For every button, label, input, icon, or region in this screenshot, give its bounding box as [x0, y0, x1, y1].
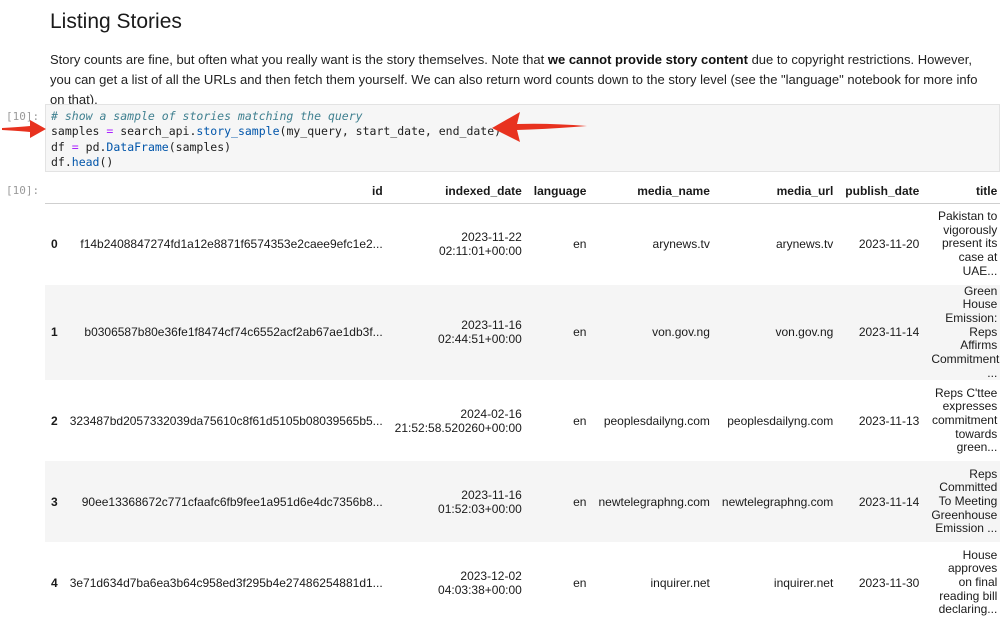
time-part: 02:11:01+00:00 [438, 244, 522, 259]
cell-indexed-date: 2023-11-22 02:11:01+00:00 [389, 204, 528, 285]
table-row: 0 f14b2408847274fd1a12e8871f6574353e2cae… [45, 204, 1000, 285]
cell-language: en [573, 413, 587, 428]
cell-language: en [573, 325, 587, 340]
date-part: 2023-11-22 [461, 230, 522, 245]
cell-language: en [573, 494, 587, 509]
cell-id: f14b2408847274fd1a12e8871f6574353e2caee9… [80, 237, 383, 252]
paragraph-bold-text: we cannot provide story content [547, 52, 748, 67]
cell-indexed-date: 2023-11-16 02:44:51+00:00 [389, 285, 528, 381]
output-prompt: [10]: [6, 184, 40, 197]
cell-title: Green House Emission: Reps Affirms Commi… [925, 283, 1000, 381]
cell-title: Pakistan to vigorously present its case … [925, 204, 1000, 285]
column-header-indexed-date: indexed_date [388, 178, 528, 204]
cell-media-url: peoplesdailyng.com [727, 413, 834, 428]
cell-media-url: von.gov.ng [775, 325, 834, 340]
time-part: 04:03:38+00:00 [438, 582, 522, 597]
row-index: 1 [51, 325, 58, 340]
code-method: head [71, 154, 100, 169]
date-part: 2024-02-16 [460, 406, 522, 421]
cell-language: en [573, 575, 587, 590]
code-method: DataFrame [106, 139, 169, 154]
row-index: 2 [51, 413, 58, 428]
column-header-language: language [527, 178, 593, 204]
cell-media-url: inquirer.net [773, 575, 834, 590]
table-row: 3 90ee13368672c771cfaafc6fb9fee1a951d6e4… [45, 461, 1000, 543]
column-header-media-name: media_name [592, 178, 716, 204]
title-text: Reps C'ttee expresses commitment towards… [931, 385, 998, 455]
column-header-title: title [925, 178, 1000, 204]
cell-indexed-date: 2024-02-16 21:52:58.520260+00:00 [389, 380, 528, 461]
section-heading: Listing Stories [50, 10, 182, 33]
red-arrow-annotation-icon [2, 120, 46, 138]
title-text: House approves on final reading bill dec… [938, 547, 998, 617]
row-index: 0 [51, 237, 58, 252]
code-comment: # show a sample of stories matching the … [51, 109, 363, 123]
cell-publish-date: 2023-11-14 [858, 325, 920, 340]
title-text: Green House Emission: Reps Affirms Commi… [931, 283, 1000, 380]
cell-indexed-date: 2023-12-02 04:03:38+00:00 [389, 542, 528, 623]
intro-paragraph: Story counts are fine, but often what yo… [50, 50, 980, 110]
title-text: Pakistan to vigorously present its case … [937, 208, 998, 278]
table-row: 1 b0306587b80e36fe1f8474cf74c6552acf2ab6… [45, 283, 1000, 381]
code-op: = [99, 124, 121, 139]
red-arrow-annotation-icon [492, 112, 587, 142]
column-header-publish-date: publish_date [839, 178, 926, 204]
cell-media-name: inquirer.net [650, 575, 710, 590]
cell-language: en [573, 237, 587, 252]
code-args: (my_query, start_date, end_date) [279, 124, 502, 139]
cell-publish-date: 2023-11-13 [858, 413, 920, 428]
row-index: 3 [51, 494, 58, 509]
code-op: = [64, 139, 86, 154]
cell-media-name: arynews.tv [652, 237, 710, 252]
cell-id: 323487bd2057332039da75610c8f61d5105b0803… [69, 413, 383, 428]
cell-id: 90ee13368672c771cfaafc6fb9fee1a951d6e4dc… [81, 494, 383, 509]
code-args: () [99, 154, 114, 169]
cell-media-name: newtelegraphng.com [598, 494, 710, 509]
title-text: Reps Committed To Meeting Greenhouse Emi… [931, 466, 998, 536]
cell-media-url: newtelegraphng.com [721, 494, 834, 509]
cell-media-name: peoplesdailyng.com [603, 413, 710, 428]
cell-title: House approves on final reading bill dec… [925, 542, 1000, 623]
row-index: 4 [51, 575, 58, 590]
column-header-index [45, 178, 64, 204]
cell-id: 3e71d634d7ba6ea3b64c958ed3f295b4e2748625… [69, 575, 383, 590]
date-part: 2023-11-16 [461, 487, 522, 502]
time-part: 21:52:58.520260+00:00 [394, 420, 522, 435]
cell-publish-date: 2023-11-20 [858, 237, 920, 252]
cell-title: Reps C'ttee expresses commitment towards… [925, 380, 1000, 461]
code-method: story_sample [196, 124, 280, 139]
time-part: 02:44:51+00:00 [438, 332, 522, 347]
cell-indexed-date: 2023-11-16 01:52:03+00:00 [389, 461, 528, 542]
code-args: (samples) [168, 139, 232, 154]
code-obj: search_api. [120, 124, 197, 139]
table-row: 4 3e71d634d7ba6ea3b64c958ed3f295b4e27486… [45, 542, 1000, 623]
column-header-id: id [63, 178, 389, 204]
cell-publish-date: 2023-11-14 [858, 494, 920, 509]
date-part: 2023-11-16 [461, 318, 522, 333]
cell-media-url: arynews.tv [775, 237, 834, 252]
time-part: 01:52:03+00:00 [438, 501, 522, 516]
cell-id: b0306587b80e36fe1f8474cf74c6552acf2ab67a… [84, 325, 383, 340]
dataframe-output: id indexed_date language media_name medi… [45, 178, 1000, 623]
code-var: samples [51, 124, 100, 139]
code-obj: pd. [85, 139, 107, 154]
code-var: df [51, 139, 65, 154]
date-part: 2023-12-02 [460, 568, 522, 583]
table-row: 2 323487bd2057332039da75610c8f61d5105b08… [45, 380, 1000, 461]
column-header-media-url: media_url [715, 178, 840, 204]
cell-title: Reps Committed To Meeting Greenhouse Emi… [925, 461, 1000, 542]
table-header-row: id indexed_date language media_name medi… [45, 178, 1000, 204]
paragraph-text-1: Story counts are fine, but often what yo… [50, 52, 548, 67]
code-obj: df. [51, 154, 72, 169]
cell-media-name: von.gov.ng [652, 325, 710, 340]
cell-publish-date: 2023-11-30 [858, 575, 920, 590]
